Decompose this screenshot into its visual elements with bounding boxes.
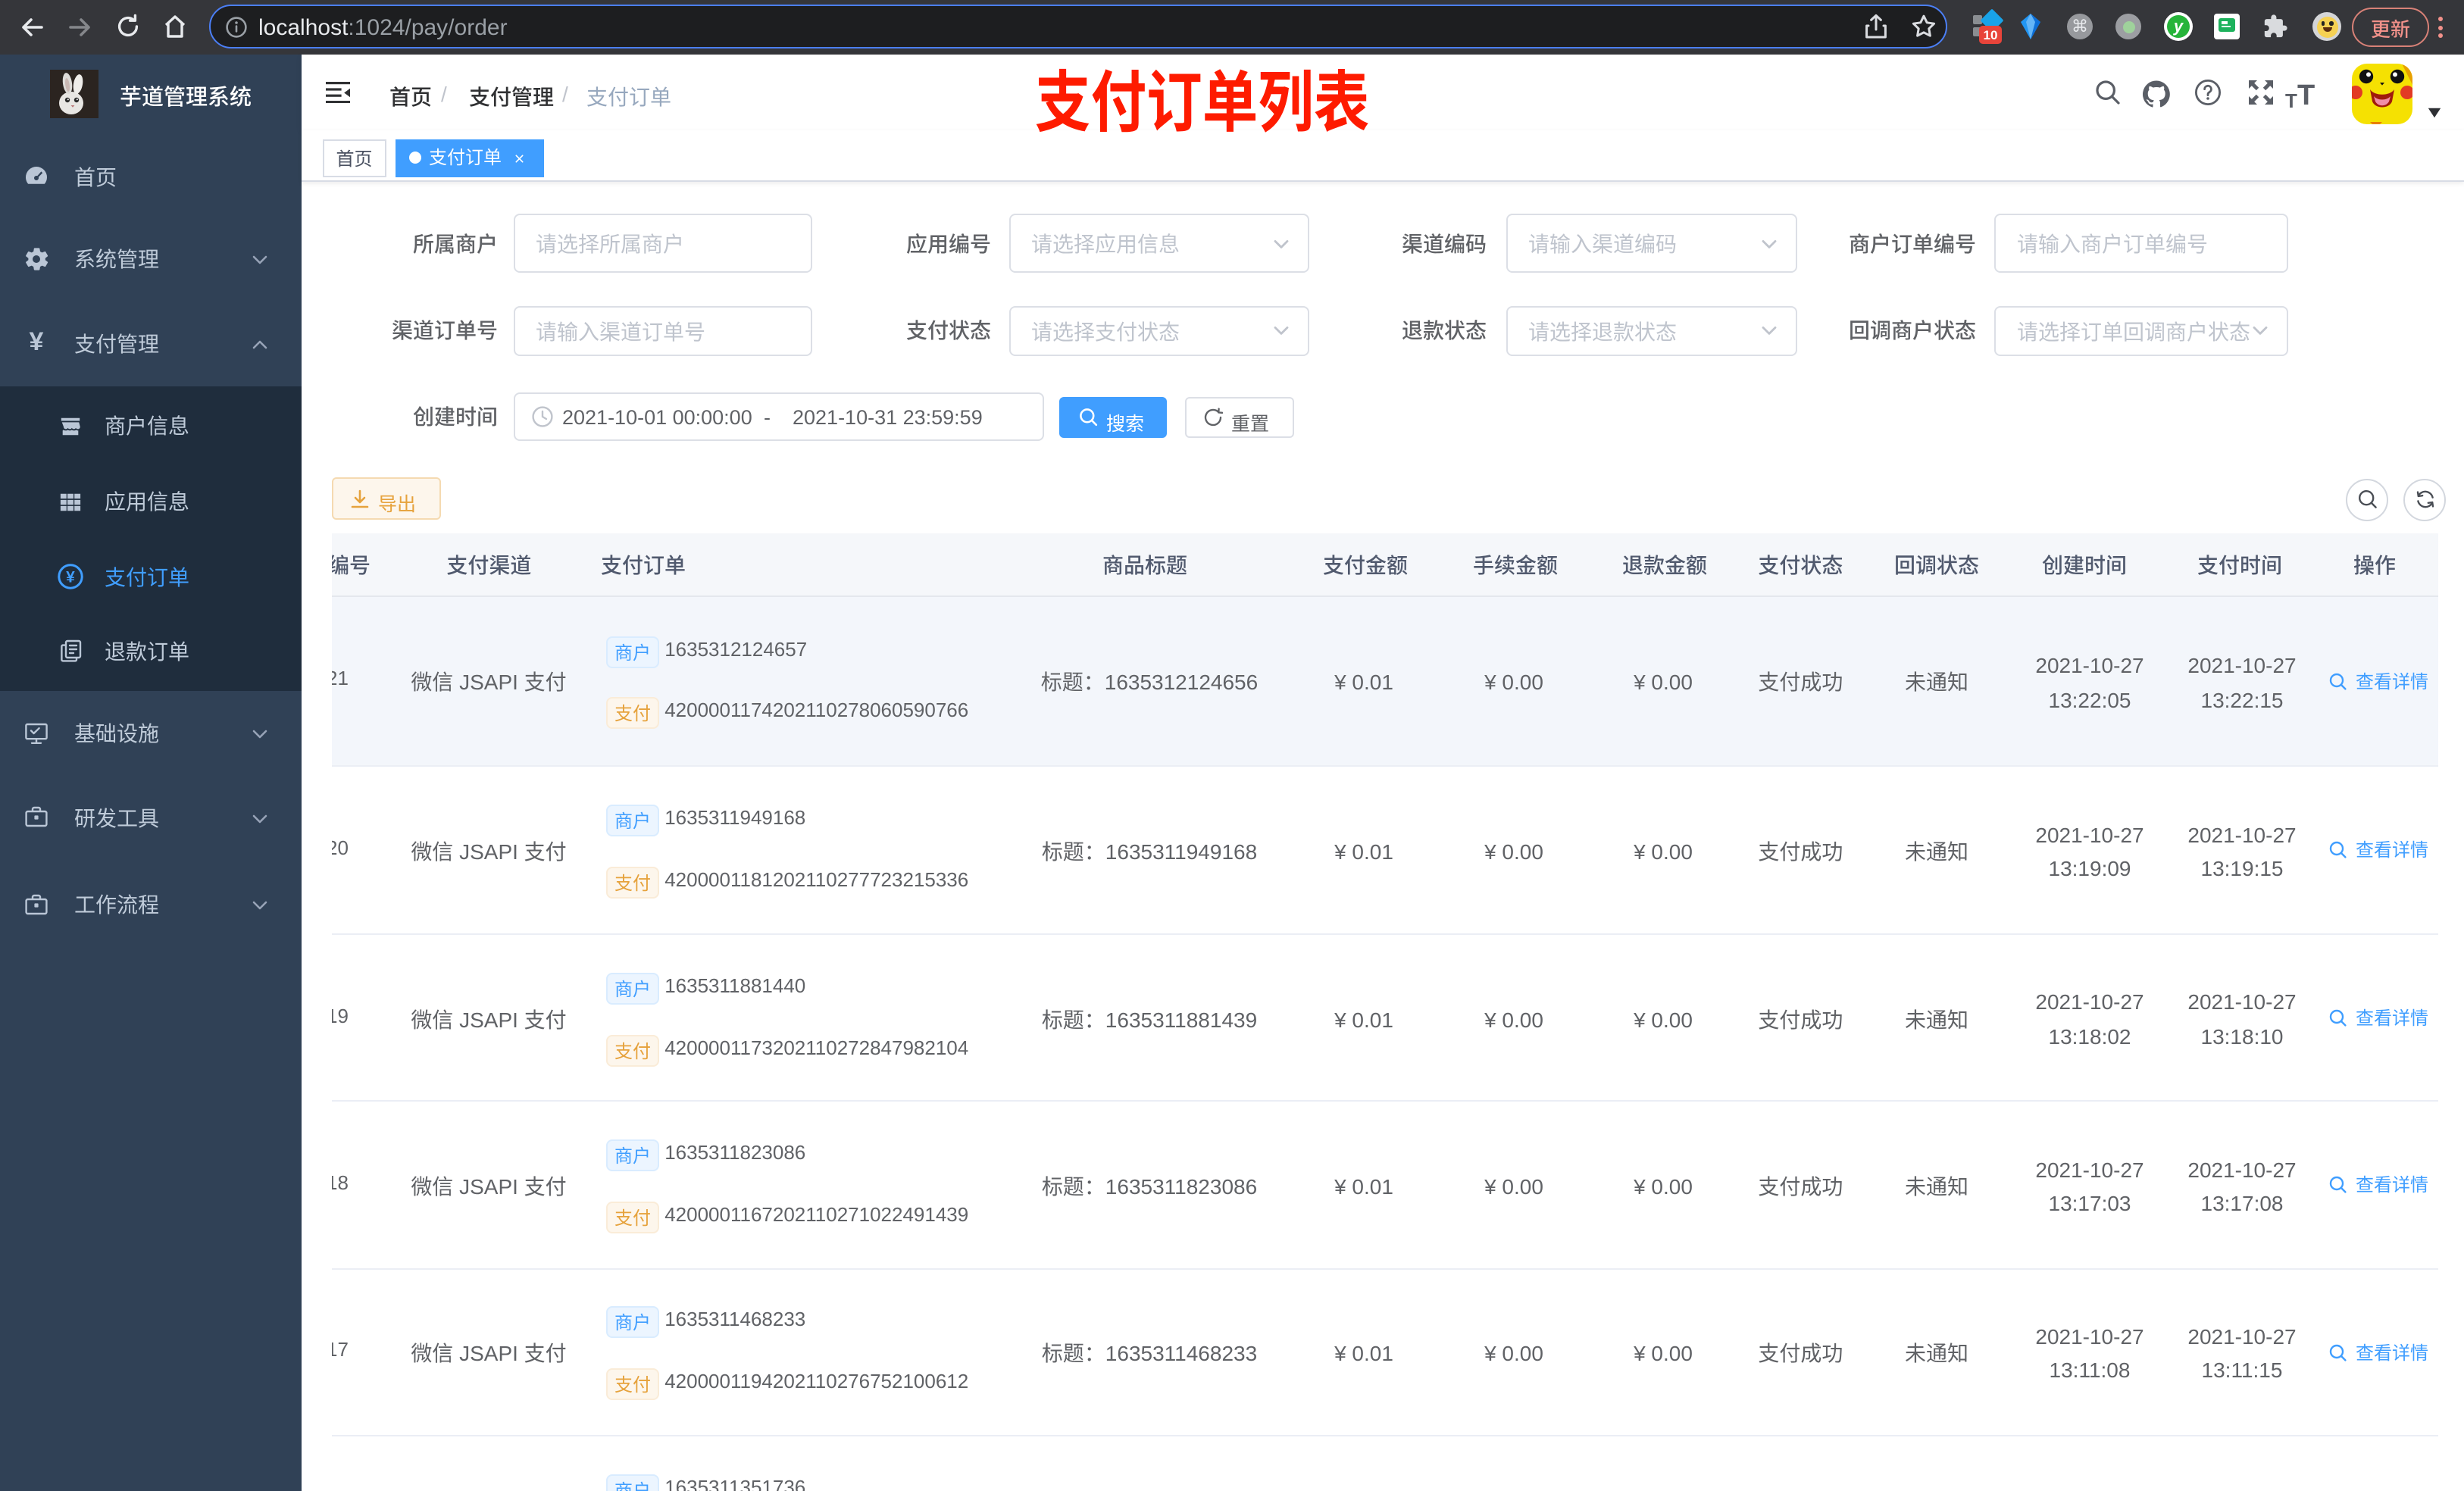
svg-text:¥: ¥ [66, 569, 75, 586]
